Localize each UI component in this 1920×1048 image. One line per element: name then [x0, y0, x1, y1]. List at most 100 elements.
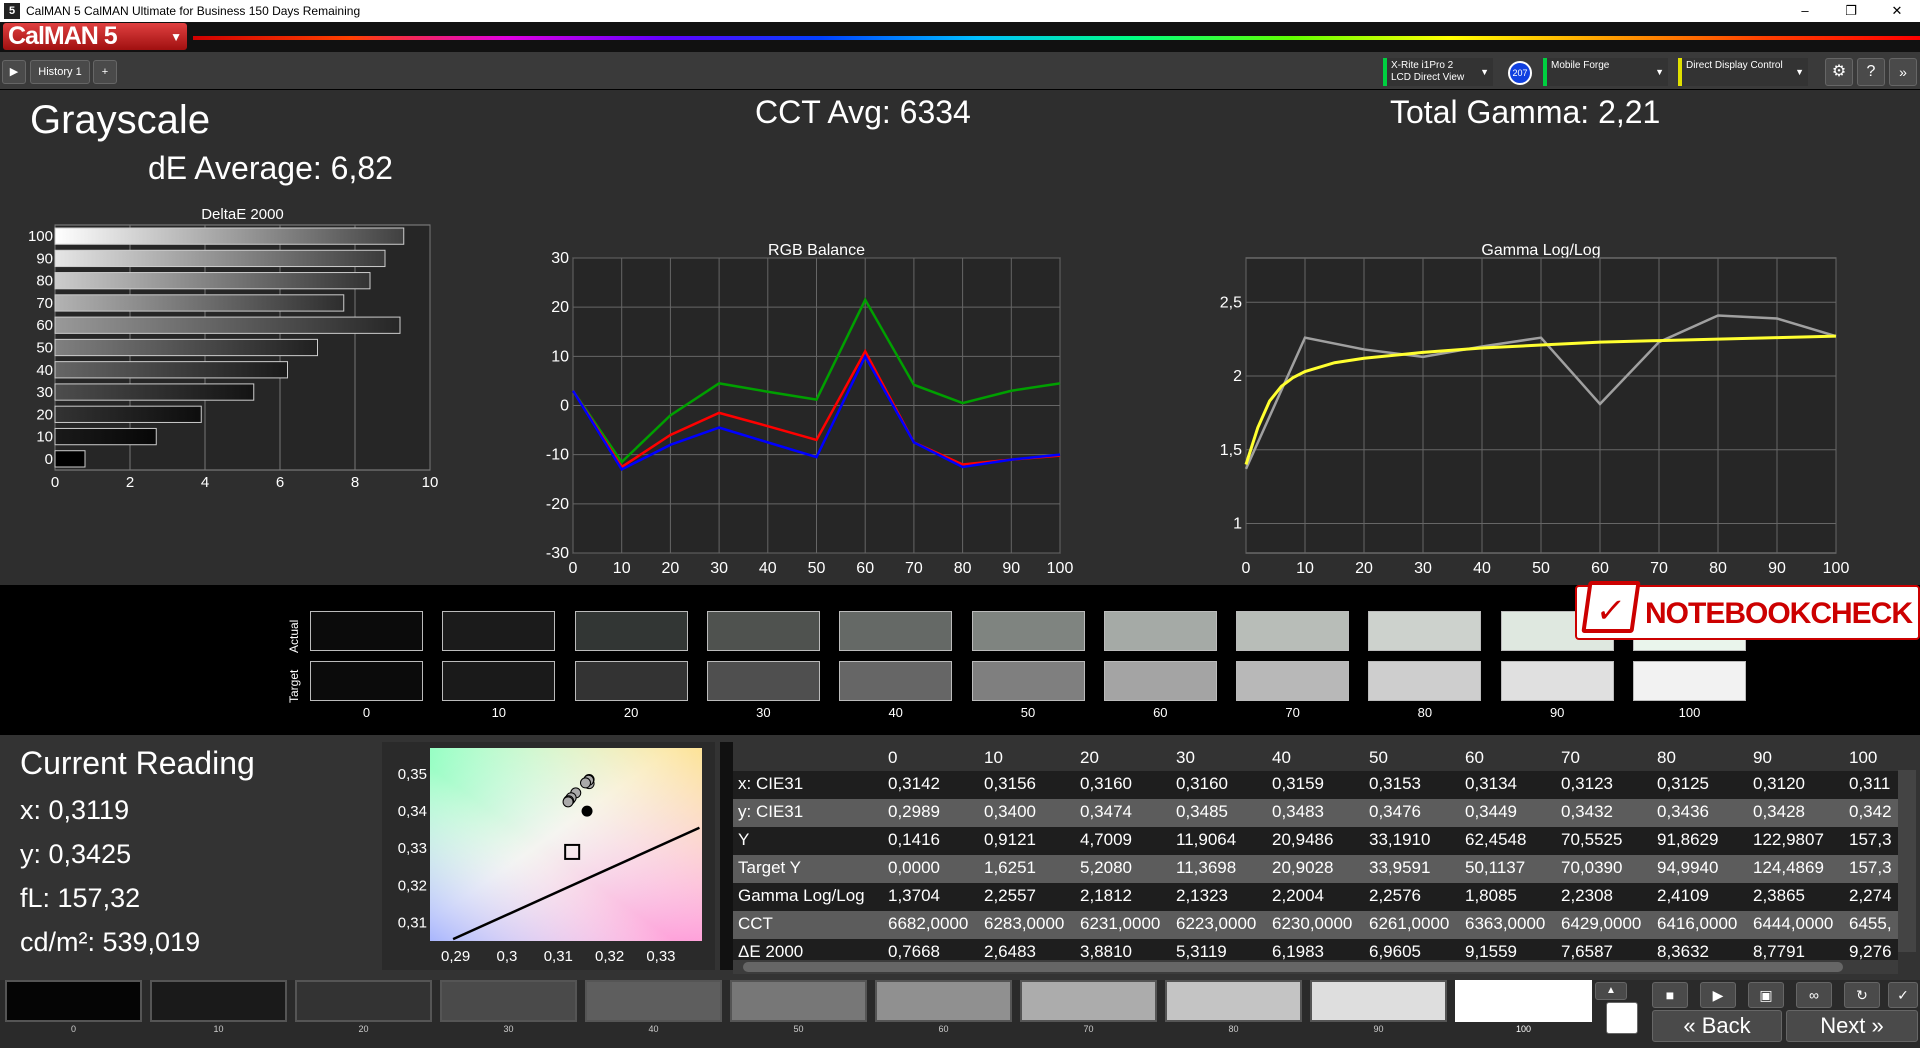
- footer-swatch-button[interactable]: [585, 980, 722, 1022]
- row-label: ΔE 2000: [738, 942, 804, 961]
- table-cell: 70,5525: [1561, 830, 1623, 849]
- calman-logo-button[interactable]: CalMAN 5 ▼: [3, 23, 187, 50]
- minimize-button[interactable]: –: [1782, 0, 1828, 22]
- page-title: Grayscale: [30, 98, 211, 142]
- table-cell: 8,3632: [1657, 942, 1709, 961]
- table-cell: 11,3698: [1176, 858, 1237, 877]
- table-cell: 20,9486: [1272, 830, 1334, 849]
- footer-swatch-label: 70: [1083, 1024, 1094, 1034]
- table-cell: 94,9940: [1657, 858, 1719, 877]
- table-row: Y 0,1416 0,9121 4,7009 11,9064 20,9486 33,1910…: [733, 827, 1898, 855]
- footer-swatch-button[interactable]: [730, 980, 867, 1022]
- actual-swatch: [706, 611, 820, 651]
- table-cell: 6,1983: [1272, 942, 1324, 961]
- scrollbar-thumb[interactable]: [743, 962, 1843, 972]
- device-display-control[interactable]: Direct Display Control ▼: [1678, 58, 1808, 86]
- device-meter-mode: LCD Direct View: [1391, 72, 1465, 83]
- table-cell: 124,4869: [1753, 858, 1824, 877]
- tick-label: 10: [1296, 560, 1314, 577]
- tick-label: 4: [201, 474, 209, 491]
- tab-label: History 1: [38, 66, 82, 78]
- horizontal-scrollbar[interactable]: [733, 960, 1898, 974]
- tick-label: 2: [1233, 368, 1242, 385]
- table-cell: 0,7668: [888, 942, 940, 961]
- play-icon[interactable]: ▶: [1700, 982, 1736, 1008]
- chart-title: Gamma Log/Log: [1481, 242, 1600, 259]
- table-cell: 0,3432: [1561, 802, 1613, 821]
- table-cell: 0,1416: [888, 830, 940, 849]
- up-arrow-icon[interactable]: ▲: [1595, 982, 1627, 1000]
- save-icon[interactable]: ▣: [1748, 982, 1784, 1008]
- loop-icon[interactable]: ∞: [1796, 982, 1832, 1008]
- tick-label: 0: [569, 560, 578, 577]
- deltae-bar: [54, 227, 405, 245]
- table-cell: 2,2576: [1369, 886, 1421, 905]
- table-cell: 0,2989: [888, 802, 940, 821]
- table-cell: 0,3400: [984, 802, 1036, 821]
- next-button[interactable]: Next »: [1786, 1010, 1918, 1042]
- back-button[interactable]: « Back: [1652, 1010, 1782, 1042]
- vertical-scrollbar[interactable]: [1898, 770, 1916, 952]
- chevron-right-icon[interactable]: »: [1889, 58, 1917, 86]
- top-bar: CalMAN 5 ▼: [0, 22, 1920, 52]
- panel-divider: [720, 742, 733, 970]
- category-label: 90: [36, 250, 53, 267]
- maximize-button[interactable]: ❐: [1828, 0, 1874, 22]
- measurement-table: 0 10 20 30 40 50 60 70 80 90 100 x: CIE31 0,3142 0,31…: [733, 745, 1898, 967]
- tick-label: 70: [905, 560, 923, 577]
- table-row: Target Y 0,0000 1,6251 5,2080 11,3698 20,9028…: [733, 855, 1898, 883]
- next-label: Next: [1820, 1013, 1866, 1038]
- footer-swatch-label: 0: [70, 1024, 76, 1034]
- device-badge[interactable]: 207: [1508, 61, 1532, 85]
- footer-swatch-label: 90: [1373, 1024, 1384, 1034]
- footer-swatch-button[interactable]: [5, 980, 142, 1022]
- row-label: Y: [738, 830, 750, 849]
- table-cell: 0,3120: [1753, 774, 1805, 793]
- stop-square-icon[interactable]: [1606, 1002, 1638, 1034]
- tick-label: 20: [662, 560, 680, 577]
- device-pattern-generator[interactable]: Mobile Forge ▼: [1543, 58, 1668, 86]
- reading-x: x: 0,3119: [20, 795, 130, 825]
- tab-history-1[interactable]: History 1: [30, 60, 90, 84]
- footer-swatch-button[interactable]: [1310, 980, 1447, 1022]
- table-cell: 0,9121: [984, 830, 1036, 849]
- chevron-down-icon: ▼: [170, 30, 182, 44]
- table-cell: 33,1910: [1369, 830, 1431, 849]
- swatch-panel: Actual Target 0 10 20 30 40 50 60 70 80 90 100 ✓ N…: [0, 581, 1920, 735]
- deltae-bar: [54, 383, 255, 401]
- close-button[interactable]: ✕: [1874, 0, 1920, 22]
- footer-swatch-button[interactable]: [1020, 980, 1157, 1022]
- tick-label: 0,33: [398, 840, 427, 857]
- table-cell: 70,0390: [1561, 858, 1623, 877]
- tick-label: 100: [1823, 560, 1850, 577]
- footer-swatch-button[interactable]: [295, 980, 432, 1022]
- device-meter[interactable]: X-Rite i1Pro 2 LCD Direct View ▼: [1383, 58, 1493, 86]
- tick-label: 70: [1650, 560, 1668, 577]
- deltae-bar: [54, 316, 401, 334]
- actual-swatch: [1236, 611, 1350, 651]
- footer-swatch-button[interactable]: [440, 980, 577, 1022]
- add-tab-button[interactable]: +: [93, 60, 117, 84]
- footer-swatch-button[interactable]: [150, 980, 287, 1022]
- gear-icon[interactable]: ⚙: [1825, 58, 1853, 86]
- footer-swatch-button[interactable]: [875, 980, 1012, 1022]
- table-cell: 6455,: [1849, 914, 1892, 933]
- tick-label: 10: [613, 560, 631, 577]
- footer-swatch-button[interactable]: [1455, 980, 1592, 1022]
- table-cell: 6444,0000: [1753, 914, 1834, 933]
- tick-label: 6: [276, 474, 284, 491]
- table-cell: 0,342: [1849, 802, 1892, 821]
- tick-label: 2: [126, 474, 134, 491]
- table-cell: 6261,0000: [1369, 914, 1450, 933]
- play-icon[interactable]: ▶: [2, 60, 26, 84]
- stop-icon[interactable]: ■: [1652, 982, 1688, 1008]
- refresh-icon[interactable]: ↻: [1844, 982, 1880, 1008]
- check-icon[interactable]: ✓: [1888, 982, 1918, 1008]
- tick-label: 0,32: [398, 877, 427, 894]
- table-cell: 33,9591: [1369, 858, 1431, 877]
- help-icon[interactable]: ?: [1857, 58, 1885, 86]
- tick-label: 30: [551, 250, 569, 267]
- footer-swatch-button[interactable]: [1165, 980, 1302, 1022]
- column-header: 0: [888, 748, 898, 767]
- table-cell: 0,3125: [1657, 774, 1709, 793]
